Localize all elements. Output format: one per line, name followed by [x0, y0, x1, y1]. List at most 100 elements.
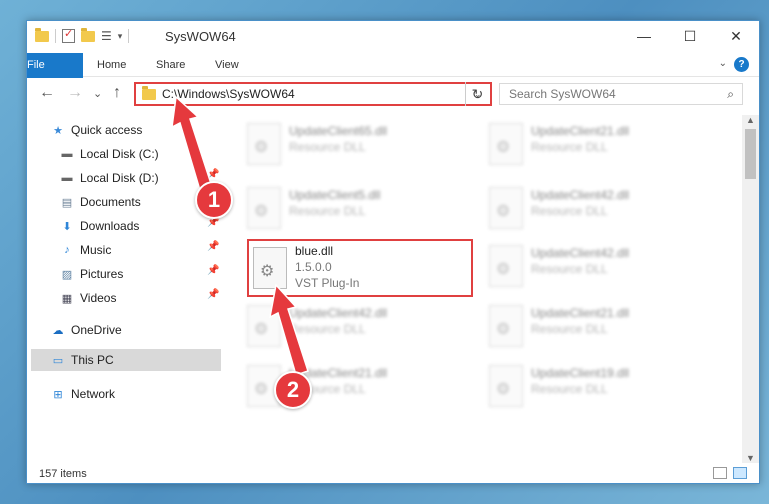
downloads-icon: ⬇ [62, 220, 72, 233]
customize-toolbar-icon[interactable]: ☰ [101, 29, 112, 43]
tab-home[interactable]: Home [97, 53, 126, 77]
file-type: VST Plug-In [295, 276, 360, 290]
sidebar-item-onedrive[interactable]: ☁ OneDrive [51, 319, 122, 341]
sidebar-item-label: Pictures [80, 267, 124, 281]
refresh-button[interactable]: ↻ [465, 82, 489, 106]
back-button[interactable]: ← [39, 84, 55, 102]
sidebar-item-label: Quick access [71, 123, 143, 137]
sidebar-item-label: Local Disk (D:) [80, 171, 159, 185]
window-controls: — ☐ ✕ [621, 21, 759, 51]
ribbon-tabs: File Home Share View ⌄ ? [27, 53, 759, 105]
pin-icon[interactable]: 📌 [207, 169, 219, 180]
drive-icon: ▬ [61, 172, 73, 184]
navigation-pane: ★ Quick access ▬ Local Disk (C:) ▬ Local… [27, 115, 223, 463]
recent-locations-button[interactable]: ⌄ [93, 87, 102, 100]
sidebar-item-label: OneDrive [71, 323, 122, 337]
videos-icon: ▦ [61, 292, 73, 305]
properties-icon[interactable] [62, 27, 75, 43]
search-icon: ⌕ [727, 86, 734, 101]
details-view-icon[interactable] [713, 467, 727, 479]
sidebar-item-documents[interactable]: ▤ Documents [60, 191, 141, 213]
sidebar-item-this-pc[interactable]: ▭ This PC [31, 349, 221, 371]
scroll-down-icon[interactable]: ▼ [746, 453, 755, 463]
dll-file-icon: ⚙ [247, 187, 281, 229]
pin-icon[interactable]: 📌 [207, 289, 219, 300]
dll-file-icon: ⚙ [489, 365, 523, 407]
folder-icon [35, 27, 49, 42]
dll-file-icon: ⚙ [489, 123, 523, 165]
up-button[interactable]: ↑ [113, 84, 121, 102]
dll-file-icon: ⚙ [247, 305, 281, 347]
scroll-up-icon[interactable]: ▲ [746, 115, 755, 125]
status-bar: 157 items [27, 463, 759, 485]
list-item[interactable]: ⚙ UpdateClient21.dll Resource DLL [489, 119, 719, 171]
vertical-scrollbar[interactable]: ▲ ▼ [742, 115, 759, 463]
search-placeholder: Search SysWOW64 [509, 87, 616, 101]
star-icon: ★ [53, 124, 63, 137]
search-input[interactable]: Search SysWOW64 ⌕ [499, 83, 743, 105]
list-item[interactable]: ⚙ UpdateClient19.dll Resource DLL [489, 361, 719, 413]
forward-button[interactable]: → [67, 84, 83, 102]
address-bar[interactable]: C:\Windows\SysWOW64 ⌄ [134, 82, 492, 106]
file-version: 1.5.0.0 [295, 260, 332, 274]
pin-icon[interactable]: 📌 [207, 265, 219, 276]
sidebar-item-music[interactable]: ♪ Music [60, 239, 111, 261]
sidebar-item-label: Downloads [80, 219, 140, 233]
close-button[interactable]: ✕ [713, 21, 759, 51]
folder-icon [142, 85, 156, 100]
maximize-button[interactable]: ☐ [667, 21, 713, 51]
sidebar-item-label: This PC [71, 353, 114, 367]
file-name: blue.dll [295, 244, 334, 258]
documents-icon: ▤ [61, 196, 73, 209]
help-icon[interactable]: ? [734, 57, 749, 72]
chevron-down-icon[interactable]: ⌄ [719, 58, 727, 69]
sidebar-item-downloads[interactable]: ⬇ Downloads [60, 215, 139, 237]
dll-file-icon: ⚙ [489, 187, 523, 229]
divider [128, 29, 130, 43]
step-1-badge: 1 [195, 181, 233, 219]
step-2-badge: 2 [274, 371, 312, 409]
sidebar-item-label: Music [80, 243, 112, 257]
list-item[interactable]: ⚙ UpdateClient65.dll Resource DLL [247, 119, 477, 171]
sidebar-item-network[interactable]: ⊞ Network [51, 383, 115, 405]
title-bar: ☰ ▾ SysWOW64 — ☐ ✕ [27, 21, 759, 53]
list-item[interactable]: ⚙ UpdateClient5.dll Resource DLL [247, 183, 477, 235]
file-item-blue-dll[interactable]: ⚙ blue.dll 1.5.0.0 VST Plug-In [247, 239, 473, 297]
list-item[interactable]: ⚙ UpdateClient42.dll Resource DLL [247, 301, 477, 353]
drive-icon: ▬ [61, 148, 73, 160]
list-item[interactable]: ⚙ UpdateClient42.dll Resource DLL [489, 241, 719, 293]
scrollbar-thumb[interactable] [745, 129, 756, 179]
computer-icon: ▭ [52, 354, 64, 367]
window-title: SysWOW64 [165, 29, 236, 44]
dll-file-icon: ⚙ [489, 245, 523, 287]
dll-file-icon: ⚙ [247, 123, 281, 165]
dll-file-icon: ⚙ [253, 247, 287, 289]
tab-view[interactable]: View [215, 53, 239, 77]
address-path[interactable]: C:\Windows\SysWOW64 [162, 87, 474, 101]
sidebar-item-label: Local Disk (C:) [80, 147, 159, 161]
tiles-view-icon[interactable] [733, 467, 747, 479]
sidebar-item-quick-access[interactable]: ★ Quick access [51, 119, 142, 141]
view-toggle [713, 467, 747, 479]
tab-share[interactable]: Share [156, 53, 185, 77]
toolbar-dropdown-icon[interactable]: ▾ [118, 31, 123, 42]
sidebar-item-local-disk-c[interactable]: ▬ Local Disk (C:) [60, 143, 220, 165]
sidebar-item-videos[interactable]: ▦ Videos [60, 287, 117, 309]
sidebar-item-pictures[interactable]: ▨ Pictures [60, 263, 124, 285]
cloud-icon: ☁ [52, 324, 64, 337]
sidebar-item-local-disk-d[interactable]: ▬ Local Disk (D:) [60, 167, 159, 189]
pin-icon[interactable]: 📌 [207, 241, 219, 252]
divider [55, 29, 56, 43]
minimize-button[interactable]: — [621, 21, 667, 51]
pictures-icon: ▨ [61, 268, 73, 281]
list-item[interactable]: ⚙ UpdateClient21.dll Resource DLL [489, 301, 719, 353]
list-item[interactable]: ⚙ UpdateClient42.dll Resource DLL [489, 183, 719, 235]
sidebar-item-label: Network [71, 387, 116, 401]
file-list: ⚙ UpdateClient65.dll Resource DLL ⚙ Updat… [227, 115, 743, 463]
navigation-bar: ← → ⌄ ↑ C:\Windows\SysWOW64 ⌄ ↻ Search S… [27, 78, 759, 110]
music-icon: ♪ [64, 244, 70, 256]
sidebar-item-label: Videos [80, 291, 117, 305]
dll-file-icon: ⚙ [489, 305, 523, 347]
sidebar-item-label: Documents [80, 195, 141, 209]
new-folder-icon[interactable] [81, 27, 95, 42]
